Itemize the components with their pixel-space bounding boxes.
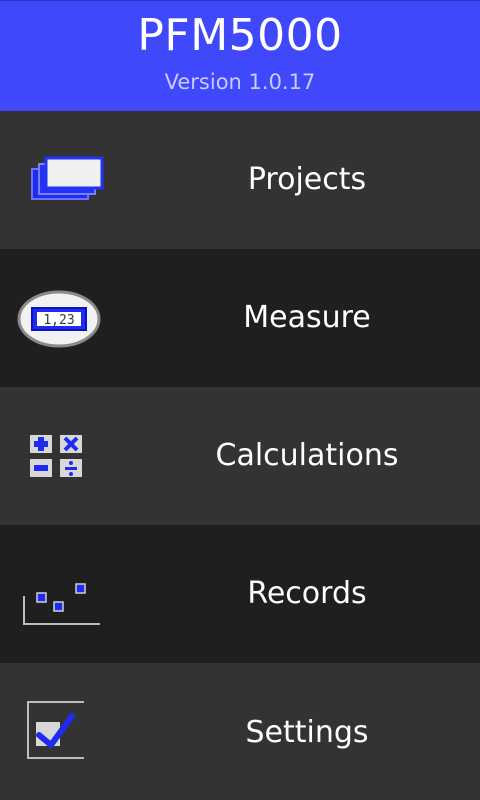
menu-item-calculations-label: Calculations bbox=[215, 438, 399, 473]
menu-item-measure-label: Measure bbox=[243, 300, 371, 335]
settings-icon bbox=[27, 701, 84, 759]
calculations-icon bbox=[30, 435, 82, 477]
app-version: Version 1.0.17 bbox=[164, 70, 316, 94]
app-screen: PFM5000 Version 1.0.17 Projects 1,23 Mea… bbox=[0, 0, 480, 800]
menu-item-calculations[interactable]: Calculations bbox=[0, 387, 480, 525]
menu-item-settings[interactable]: Settings bbox=[0, 663, 480, 800]
menu-item-measure[interactable]: 1,23 Measure bbox=[0, 249, 480, 387]
measure-icon: 1,23 bbox=[17, 290, 101, 348]
records-icon bbox=[23, 583, 100, 625]
app-header: PFM5000 Version 1.0.17 bbox=[0, 0, 480, 111]
app-title: PFM5000 bbox=[137, 10, 343, 61]
measure-icon-display: 1,23 bbox=[43, 313, 74, 328]
menu-item-projects[interactable]: Projects bbox=[0, 111, 480, 249]
menu-item-projects-label: Projects bbox=[247, 162, 367, 197]
menu-item-records[interactable]: Records bbox=[0, 525, 480, 663]
menu-item-settings-label: Settings bbox=[245, 715, 369, 750]
menu-item-records-label: Records bbox=[247, 576, 367, 611]
projects-icon bbox=[31, 156, 104, 200]
